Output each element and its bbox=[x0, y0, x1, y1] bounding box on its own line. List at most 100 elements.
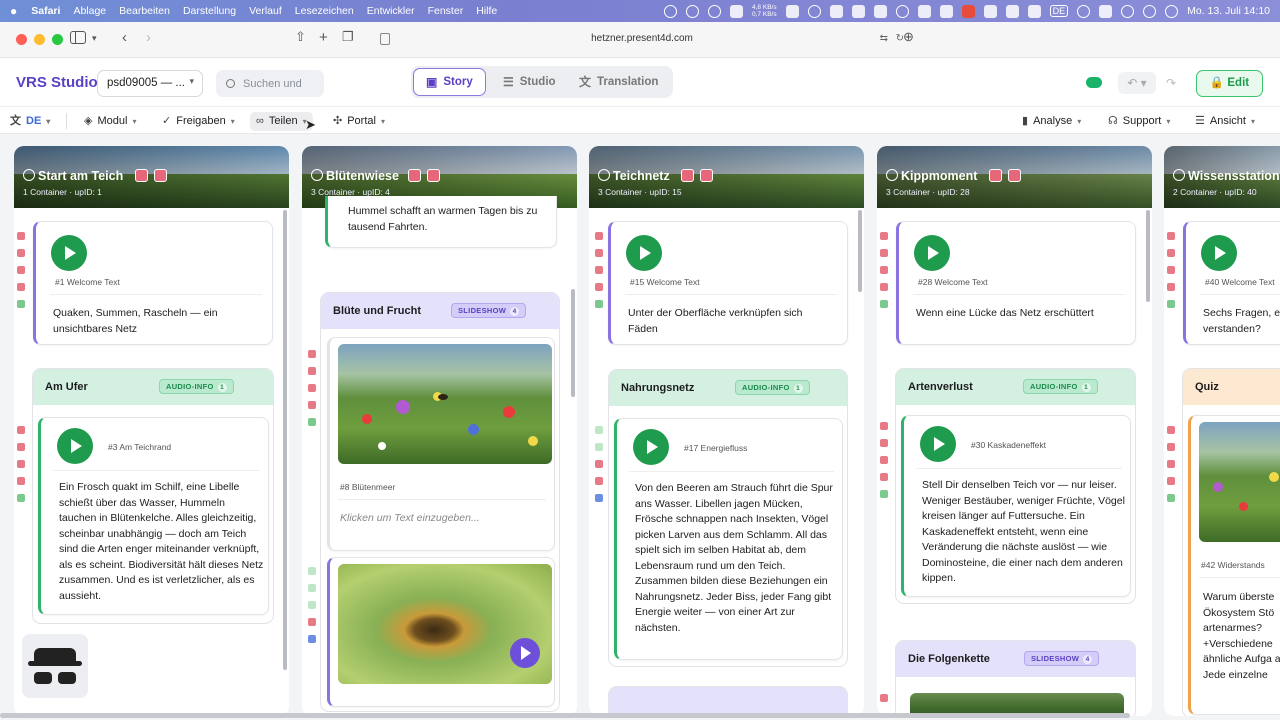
zoom-window-button[interactable] bbox=[52, 34, 63, 45]
next-group[interactable] bbox=[608, 686, 848, 716]
stage-icon[interactable] bbox=[983, 4, 997, 18]
play-audio-button[interactable] bbox=[626, 235, 662, 271]
office-icon[interactable] bbox=[961, 4, 975, 18]
close-window-button[interactable] bbox=[16, 34, 27, 45]
sun-icon[interactable] bbox=[686, 4, 700, 18]
spotlight-icon[interactable] bbox=[1121, 4, 1135, 18]
text-card[interactable]: Hummel schafft an warmen Tagen bis zu ta… bbox=[325, 196, 557, 248]
app-brand[interactable]: VRS Studio bbox=[16, 74, 98, 91]
image-icon[interactable] bbox=[154, 169, 167, 182]
image-icon[interactable] bbox=[700, 169, 713, 182]
tab-translation[interactable]: 文 Translation bbox=[579, 68, 658, 96]
card-text[interactable]: Von den Beeren am Strauch führt die Spur… bbox=[635, 481, 835, 636]
menu-bearbeiten[interactable]: Bearbeiten bbox=[119, 5, 170, 17]
vr-headset-icon[interactable] bbox=[135, 169, 148, 182]
card-text[interactable]: Ein Frosch quakt im Schilf, eine Libelle… bbox=[59, 480, 264, 604]
image-slide-card[interactable]: #8 Blütenmeer Klicken um Text einzugeben… bbox=[327, 337, 555, 551]
vpn-icon[interactable] bbox=[895, 4, 909, 18]
play-audio-button[interactable] bbox=[920, 426, 956, 462]
column-scrollbar[interactable] bbox=[1146, 210, 1150, 302]
quiz-group[interactable]: Quiz #42 Widerstands Warum überste Ökosy… bbox=[1182, 368, 1280, 716]
shield-icon[interactable] bbox=[873, 4, 887, 18]
extension-icon[interactable] bbox=[917, 4, 931, 18]
play-audio-button[interactable] bbox=[1201, 235, 1237, 271]
wifi-icon[interactable] bbox=[1077, 4, 1091, 18]
menu-entwickler[interactable]: Entwickler bbox=[367, 5, 415, 17]
welcome-text-card[interactable]: #1 Welcome Text Quaken, Summen, Rascheln… bbox=[33, 221, 273, 345]
apple-icon[interactable]: ● bbox=[10, 4, 17, 18]
support-menu[interactable]: ☊ Support ▾ bbox=[1108, 112, 1170, 131]
edit-button[interactable]: 🔒 Edit bbox=[1196, 70, 1263, 97]
vr-headset-icon[interactable] bbox=[681, 169, 694, 182]
vr-headset-icon[interactable] bbox=[989, 169, 1002, 182]
teilen-menu[interactable]: ∞ Teilen ▾ bbox=[250, 112, 313, 131]
ansicht-menu[interactable]: ☰ Ansicht ▾ bbox=[1195, 112, 1255, 131]
slideshow-group[interactable]: Die Folgenkette SLIDESHOW 4 bbox=[895, 640, 1136, 716]
audio-info-group[interactable]: Artenverlust AUDIO-INFO 1 #30 Kaskadeneff… bbox=[895, 368, 1136, 604]
address-bar[interactable]: hetzner.present4d.com ⇆ ↻ bbox=[372, 28, 912, 50]
undo-button[interactable]: ↶ ▾ bbox=[1118, 72, 1156, 94]
tab-studio[interactable]: ☰ Studio bbox=[503, 68, 556, 96]
home-icon[interactable] bbox=[851, 4, 865, 18]
sidebar-icon[interactable] bbox=[70, 31, 86, 44]
menu-darstellung[interactable]: Darstellung bbox=[183, 5, 236, 17]
audio-info-card[interactable]: #3 Am Teichrand Ein Frosch quakt im Schi… bbox=[38, 417, 269, 615]
play-video-button[interactable] bbox=[510, 638, 540, 668]
window-icon[interactable] bbox=[829, 4, 843, 18]
scene-header[interactable]: Start am Teich 1 Container · upID: 1 bbox=[14, 146, 289, 208]
slideshow-group[interactable]: Blüte und Frucht SLIDESHOW 4 #8 Blütenmee… bbox=[320, 292, 560, 712]
column-scrollbar[interactable] bbox=[571, 289, 575, 397]
redo-button[interactable]: ↷ bbox=[1160, 72, 1182, 94]
share-icon[interactable]: ⇧ bbox=[295, 29, 306, 45]
info-icon[interactable] bbox=[807, 4, 821, 18]
play-audio-button[interactable] bbox=[57, 428, 93, 464]
text-input-placeholder[interactable]: Klicken um Text einzugeben... bbox=[340, 512, 480, 524]
sync-icon[interactable] bbox=[708, 4, 722, 18]
menubar-clock[interactable]: Mo. 13. Juli 14:10 bbox=[1187, 5, 1270, 17]
play-audio-button[interactable] bbox=[51, 235, 87, 271]
column-scrollbar[interactable] bbox=[283, 210, 287, 670]
welcome-text-card[interactable]: #40 Welcome Text Sechs Fragen, e verstan… bbox=[1183, 221, 1280, 345]
play-audio-button[interactable] bbox=[914, 235, 950, 271]
minimize-window-button[interactable] bbox=[34, 34, 45, 45]
gear-icon[interactable] bbox=[939, 4, 953, 18]
battery-icon[interactable] bbox=[1099, 4, 1113, 18]
eject-icon[interactable] bbox=[1005, 4, 1019, 18]
menu-hilfe[interactable]: Hilfe bbox=[476, 5, 497, 17]
column-scrollbar[interactable] bbox=[858, 210, 862, 292]
forward-icon[interactable]: › bbox=[146, 29, 151, 46]
card-text[interactable]: Quaken, Summen, Rascheln — ein unsichtba… bbox=[53, 306, 268, 337]
chevron-down-icon[interactable]: ▾ bbox=[92, 33, 97, 44]
tabs-overview-icon[interactable]: ❐ bbox=[342, 29, 354, 45]
card-text[interactable]: Sechs Fragen, e verstanden? bbox=[1203, 306, 1280, 338]
monitor-icon[interactable] bbox=[1027, 4, 1041, 18]
analyse-menu[interactable]: ▮ Analyse ▾ bbox=[1022, 112, 1081, 131]
quiz-card[interactable]: #42 Widerstands Warum überste Ökosystem … bbox=[1188, 415, 1280, 715]
welcome-text-card[interactable]: #28 Welcome Text Wenn eine Lücke das Net… bbox=[896, 221, 1136, 345]
board-horizontal-scrollbar[interactable] bbox=[0, 713, 1130, 718]
menu-lesezeichen[interactable]: Lesezeichen bbox=[295, 5, 354, 17]
card-text[interactable]: Hummel schafft an warmen Tagen bis zu ta… bbox=[348, 204, 548, 235]
card-text[interactable]: Unter der Oberfläche verknüpfen sich Fäd… bbox=[628, 306, 833, 337]
tab-story[interactable]: ▣ Story bbox=[413, 68, 486, 96]
vr-headset-icon[interactable] bbox=[408, 169, 421, 182]
play-audio-button[interactable] bbox=[633, 429, 669, 465]
scene-header[interactable]: Teichnetz 3 Container · upID: 15 bbox=[589, 146, 864, 208]
language-select[interactable]: 文 DE ▾ bbox=[10, 112, 50, 131]
welcome-text-card[interactable]: #15 Welcome Text Unter der Oberfläche ve… bbox=[608, 221, 848, 345]
status-icon[interactable] bbox=[664, 4, 678, 18]
image-icon[interactable] bbox=[1008, 169, 1021, 182]
menu-verlauf[interactable]: Verlauf bbox=[249, 5, 282, 17]
image-slide-card[interactable] bbox=[327, 557, 555, 707]
siri-icon[interactable] bbox=[1143, 4, 1157, 18]
download-icon[interactable]: ⊕ bbox=[903, 29, 914, 45]
audio-info-group[interactable]: Nahrungsnetz AUDIO-INFO 1 #17 Energieflus… bbox=[608, 369, 848, 667]
scene-header[interactable]: Wissensstation 2 Container · upID: 40 bbox=[1164, 146, 1280, 208]
card-text[interactable]: Stell Dir denselben Teich vor — nur leis… bbox=[922, 478, 1127, 587]
project-select[interactable]: psd09005 — ... ▾ bbox=[97, 70, 203, 97]
audio-info-group[interactable]: Am Ufer AUDIO-INFO 1 #3 Am Teichrand Ein … bbox=[32, 368, 274, 624]
audio-info-card[interactable]: #30 Kaskadeneffekt Stell Dir denselben T… bbox=[901, 415, 1131, 597]
card-text[interactable]: Wenn eine Lücke das Netz erschüttert bbox=[916, 306, 1131, 322]
back-icon[interactable]: ‹ bbox=[122, 29, 127, 46]
tray-icon[interactable] bbox=[785, 4, 799, 18]
